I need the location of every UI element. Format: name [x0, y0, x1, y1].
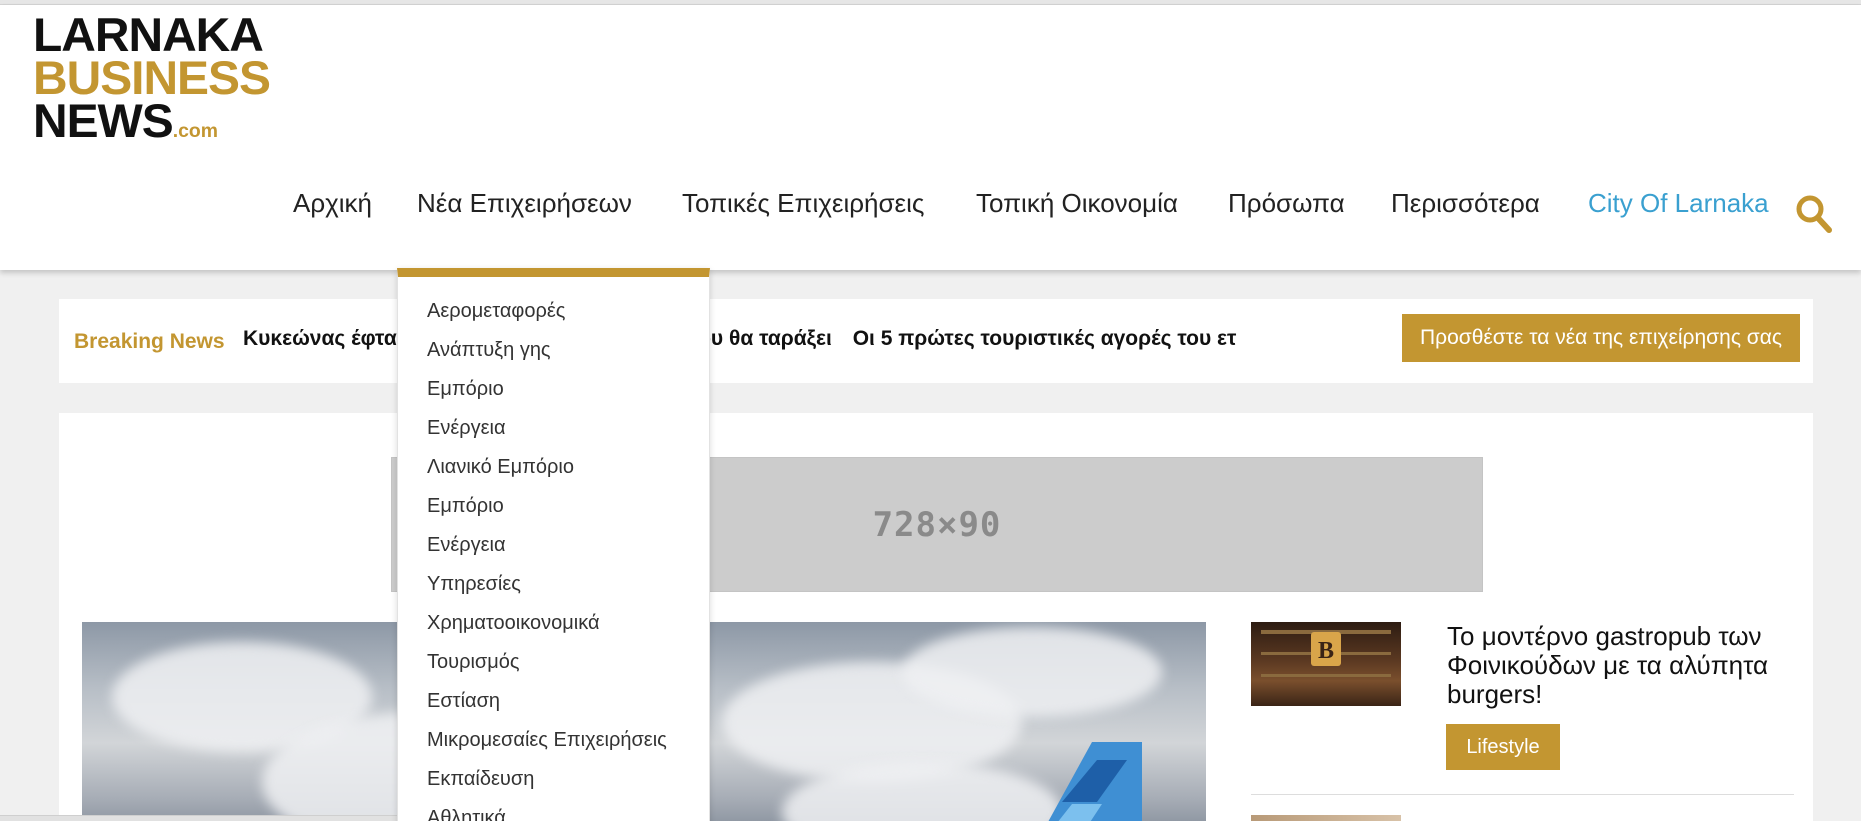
dropdown-item[interactable]: Ανάπτυξη γης [427, 339, 551, 362]
site-logo[interactable]: LARNAKA BUSINESS NEWS.com [33, 11, 271, 145]
site-header: LARNAKA BUSINESS NEWS.com [0, 5, 1861, 270]
main-nav: Αρχική Νέα Επιχειρήσεων Τοπικές Επιχειρή… [0, 188, 1861, 230]
main-content: 728×90 B Το μοντέρνο gastropub των Φοινι… [59, 413, 1813, 821]
dropdown-item[interactable]: Εμπόριο [427, 495, 504, 518]
dropdown-item[interactable]: Λιανικό Εμπόριο [427, 456, 574, 479]
nav-item-business-news[interactable]: Νέα Επιχειρήσεων [417, 188, 632, 219]
nav-item-local-economy[interactable]: Τοπική Οικονομία [976, 188, 1178, 219]
divider [1251, 794, 1794, 795]
search-icon[interactable] [1795, 194, 1833, 234]
nav-item-home[interactable]: Αρχική [293, 188, 372, 219]
breaking-news-bar: Breaking News Κυκεώνας έφτα έα άφιξη που… [59, 299, 1813, 383]
dropdown-item[interactable]: Μικρομεσαίες Επιχειρήσεις [427, 729, 667, 752]
logo-line-news: NEWS.com [33, 94, 218, 148]
dropdown-item[interactable]: Ενέργεια [427, 534, 506, 557]
dropdown-item[interactable]: Χρηματοοικονομικά [427, 612, 600, 635]
logo-suffix: .com [172, 121, 218, 143]
logo-line-larnaka: LARNAKA [33, 8, 264, 61]
svg-text:B: B [1318, 638, 1334, 664]
nav-item-city-of-larnaka[interactable]: City Of Larnaka [1588, 188, 1769, 219]
category-tag-button[interactable]: Lifestyle [1446, 724, 1560, 770]
breaking-news-label: Breaking News [74, 330, 225, 353]
add-business-news-button[interactable]: Προσθέστε τα νέα της επιχείρησης σας [1402, 314, 1800, 362]
aircraft-tail-graphic [1048, 742, 1142, 821]
article-thumbnail[interactable] [1251, 815, 1401, 821]
dropdown-item[interactable]: Τουρισμός [427, 651, 520, 674]
nav-item-people[interactable]: Πρόσωπα [1228, 188, 1345, 219]
dropdown-item[interactable]: Εκπαίδευση [427, 768, 534, 791]
article-thumbnail[interactable]: B [1251, 622, 1401, 706]
dropdown-item[interactable]: Αερομεταφορές [427, 300, 565, 323]
nav-item-more[interactable]: Περισσότερα [1391, 188, 1540, 219]
dropdown-item[interactable]: Υπηρεσίες [427, 573, 521, 596]
dropdown-item[interactable]: Εμπόριο [427, 378, 504, 401]
dropdown-item[interactable]: Ενέργεια [427, 417, 506, 440]
nav-item-local-businesses[interactable]: Τοπικές Επιχειρήσεις [682, 188, 924, 219]
logo-line-business: BUSINESS [33, 51, 271, 105]
dropdown-item[interactable]: Εστίαση [427, 690, 500, 713]
dropdown-item[interactable]: Αθλητικά [427, 807, 506, 821]
business-news-dropdown: Αερομεταφορές Ανάπτυξη γης Εμπόριο Ενέργ… [397, 268, 710, 821]
ticker-headline[interactable]: Οι 5 πρώτες τουριστικές αγορές του ετ [853, 327, 1237, 350]
ticker-headline[interactable]: Κυκεώνας έφτα [243, 327, 397, 350]
article-title[interactable]: Το μοντέρνο gastropub των Φοινικούδων με… [1447, 622, 1807, 709]
